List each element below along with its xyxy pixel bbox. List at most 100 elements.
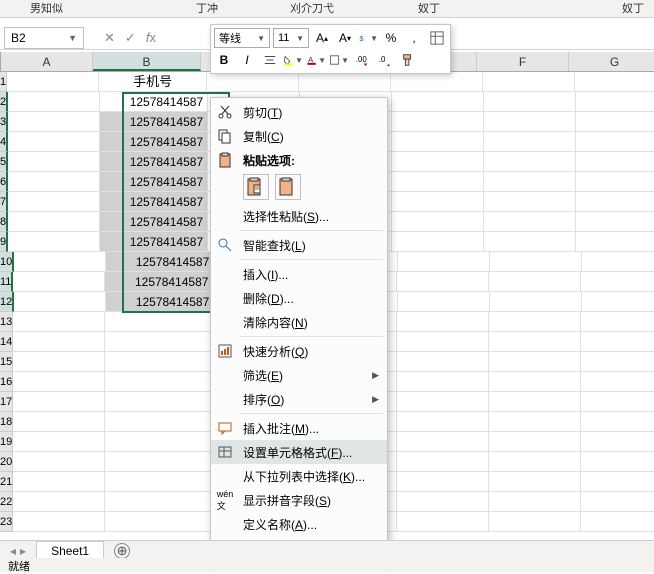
increase-font-icon[interactable]: A▴ <box>312 28 332 48</box>
cell[interactable] <box>489 352 581 372</box>
cell[interactable] <box>398 292 490 312</box>
cell[interactable] <box>576 172 654 192</box>
cell[interactable] <box>484 212 576 232</box>
cell[interactable] <box>489 472 581 492</box>
cell[interactable] <box>8 212 100 232</box>
row-header[interactable]: 11 <box>0 272 13 292</box>
cell[interactable] <box>13 372 105 392</box>
menu-quick-analysis[interactable]: 快速分析(Q) <box>211 339 387 363</box>
cell[interactable] <box>13 472 105 492</box>
cell[interactable] <box>576 192 654 212</box>
font-color-icon[interactable]: A▼ <box>306 50 326 70</box>
cell[interactable] <box>397 372 489 392</box>
cell[interactable] <box>576 152 654 172</box>
cell[interactable] <box>392 212 484 232</box>
fill-color-icon[interactable]: ▼ <box>283 50 303 70</box>
cell[interactable] <box>13 332 105 352</box>
cell[interactable] <box>13 412 105 432</box>
cell[interactable] <box>299 72 391 92</box>
cell[interactable] <box>392 92 484 112</box>
row-header[interactable]: 3 <box>0 112 8 132</box>
cell[interactable] <box>13 432 105 452</box>
menu-filter[interactable]: 筛选(E)▶ <box>211 363 387 387</box>
row-header[interactable]: 13 <box>0 312 13 332</box>
cell[interactable]: 12578414587 <box>100 112 208 132</box>
paste-option-values[interactable] <box>275 174 301 200</box>
cell[interactable] <box>576 92 654 112</box>
cell[interactable] <box>581 392 654 412</box>
cell[interactable] <box>392 152 484 172</box>
cell[interactable] <box>8 112 100 132</box>
menu-sort[interactable]: 排序(O)▶ <box>211 387 387 411</box>
cell[interactable] <box>581 312 654 332</box>
row-header[interactable]: 23 <box>0 512 13 532</box>
column-header[interactable]: F <box>477 52 569 71</box>
row-header[interactable]: 14 <box>0 332 13 352</box>
cell[interactable] <box>8 92 100 112</box>
cell[interactable] <box>14 252 106 272</box>
menu-copy[interactable]: 复制(C) <box>211 124 387 148</box>
menu-pick-from-dropdown[interactable]: 从下拉列表中选择(K)... <box>211 464 387 488</box>
cell[interactable]: 手机号 <box>99 72 207 92</box>
cell[interactable] <box>489 372 581 392</box>
menu-format-cells[interactable]: 设置单元格格式(F)... <box>211 440 387 464</box>
cell[interactable] <box>13 272 105 292</box>
cell[interactable] <box>397 272 489 292</box>
cell[interactable] <box>14 292 106 312</box>
comma-icon[interactable]: , <box>404 28 424 48</box>
cell[interactable] <box>13 512 105 532</box>
cell[interactable] <box>397 492 489 512</box>
cell[interactable] <box>105 432 213 452</box>
cell[interactable]: 12578414587 <box>100 172 208 192</box>
cell[interactable] <box>489 492 581 512</box>
row-header[interactable]: 20 <box>0 452 13 472</box>
cell[interactable] <box>489 452 581 472</box>
cell[interactable] <box>397 512 489 532</box>
cell[interactable] <box>105 312 213 332</box>
row-header[interactable]: 7 <box>0 192 8 212</box>
cell[interactable] <box>581 332 654 352</box>
row-header[interactable]: 15 <box>0 352 13 372</box>
row-header[interactable]: 2 <box>0 92 8 112</box>
cell[interactable] <box>489 272 581 292</box>
cell[interactable] <box>13 392 105 412</box>
cell[interactable] <box>8 132 100 152</box>
cell[interactable] <box>105 372 213 392</box>
cell[interactable] <box>484 112 576 132</box>
menu-insert[interactable]: 插入(I)... <box>211 262 387 286</box>
menu-show-phonetic[interactable]: wén文 显示拼音字段(S) <box>211 488 387 512</box>
menu-insert-comment[interactable]: 插入批注(M)... <box>211 416 387 440</box>
cell[interactable] <box>489 312 581 332</box>
cell[interactable] <box>582 252 654 272</box>
cell[interactable]: 12578414587 <box>100 192 208 212</box>
row-header[interactable]: 22 <box>0 492 13 512</box>
cell[interactable] <box>13 492 105 512</box>
cell[interactable] <box>397 412 489 432</box>
cell[interactable] <box>489 432 581 452</box>
cell[interactable] <box>13 312 105 332</box>
cell[interactable]: 12578414587 <box>100 92 208 112</box>
cell[interactable] <box>490 292 582 312</box>
cell[interactable] <box>576 132 654 152</box>
accounting-format-icon[interactable]: $▼ <box>358 28 378 48</box>
menu-delete[interactable]: 删除(D)... <box>211 286 387 310</box>
cell[interactable] <box>105 472 213 492</box>
row-header[interactable]: 16 <box>0 372 13 392</box>
decrease-font-icon[interactable]: A▾ <box>335 28 355 48</box>
cell[interactable] <box>8 172 100 192</box>
cell[interactable] <box>397 392 489 412</box>
cell[interactable] <box>8 152 100 172</box>
row-header[interactable]: 6 <box>0 172 8 192</box>
cell[interactable] <box>8 192 100 212</box>
format-painter-icon[interactable] <box>398 50 418 70</box>
row-header[interactable]: 1 <box>0 72 7 92</box>
cell[interactable] <box>490 252 582 272</box>
row-header[interactable]: 4 <box>0 132 8 152</box>
cell[interactable] <box>483 72 575 92</box>
cell[interactable] <box>13 352 105 372</box>
align-center-icon[interactable] <box>260 50 280 70</box>
cell[interactable] <box>392 232 484 252</box>
cell[interactable]: 12578414587 <box>100 212 208 232</box>
cell[interactable] <box>397 432 489 452</box>
cell[interactable]: 12578414587 <box>100 152 208 172</box>
